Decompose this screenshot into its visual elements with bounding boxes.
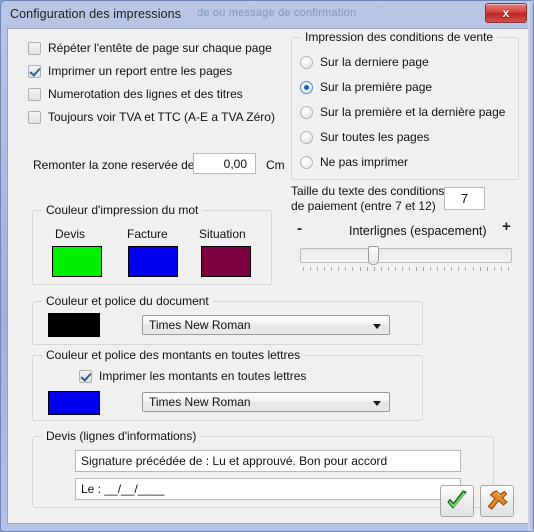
radio-last-page-circle[interactable] bbox=[300, 55, 313, 69]
checkbox-print-amounts-in-words-label: Imprimer les montants en toutes lettres bbox=[99, 369, 307, 383]
checkbox-always-show-vat-label: Toujours voir TVA et TTC (A-E a TVA Zéro… bbox=[48, 110, 275, 124]
checkbox-print-amounts-in-words-box[interactable] bbox=[79, 369, 92, 383]
radio-do-not-print-label: Ne pas imprimer bbox=[320, 155, 409, 169]
document-font-value: Times New Roman bbox=[149, 318, 251, 332]
line-spacing-label: Interlignes (espacement) bbox=[349, 224, 487, 238]
swatch-label-devis: Devis bbox=[55, 227, 86, 241]
quote-line1-input[interactable] bbox=[75, 450, 461, 472]
slider-minus-sign[interactable]: - bbox=[297, 220, 302, 237]
radio-all-pages-label: Sur toutes les pages bbox=[320, 130, 430, 144]
chevron-down-icon bbox=[373, 324, 381, 329]
background-window-text: de ou message de confirmation bbox=[197, 7, 357, 19]
color-swatch-facture[interactable] bbox=[128, 246, 178, 277]
green-check-icon bbox=[447, 490, 467, 509]
radio-last-page-label: Sur la derniere page bbox=[320, 55, 429, 69]
slider-plus-sign[interactable]: + bbox=[502, 218, 511, 235]
radio-last-page[interactable]: Sur la derniere page bbox=[300, 55, 429, 69]
window-title: Configuration des impressions bbox=[10, 7, 182, 21]
window-right-edge bbox=[528, 1, 533, 531]
checkbox-always-show-vat[interactable]: Toujours voir TVA et TTC (A-E a TVA Zéro… bbox=[28, 110, 275, 124]
quote-line2-input[interactable] bbox=[75, 478, 461, 500]
document-color-swatch[interactable] bbox=[48, 313, 100, 337]
payment-text-size-label-line2: de paiement (entre 7 et 12) bbox=[291, 199, 436, 213]
amounts-color-swatch[interactable] bbox=[48, 391, 100, 415]
quote-lines-title: Devis (lignes d'informations) bbox=[42, 429, 201, 443]
dialog-client-area: Répéter l'entête de page sur chaque page… bbox=[7, 28, 529, 524]
checkbox-line-numbering-label: Numerotation des lignes et des titres bbox=[48, 87, 243, 101]
radio-first-and-last-page-label: Sur la première et la dernière page bbox=[320, 105, 506, 119]
word-color-title: Couleur d'impression du mot bbox=[42, 203, 203, 217]
color-swatch-situation[interactable] bbox=[201, 246, 251, 277]
document-font-title: Couleur et police du document bbox=[42, 294, 213, 308]
line-spacing-slider-thumb[interactable] bbox=[368, 246, 379, 265]
color-swatch-devis[interactable] bbox=[52, 246, 102, 277]
radio-first-and-last-page[interactable]: Sur la première et la dernière page bbox=[300, 105, 505, 119]
checkbox-line-numbering[interactable]: Numerotation des lignes et des titres bbox=[28, 87, 243, 101]
reserved-zone-unit: Cm bbox=[266, 158, 285, 172]
radio-do-not-print-circle[interactable] bbox=[300, 155, 313, 169]
checkbox-print-report[interactable]: Imprimer un report entre les pages bbox=[28, 64, 232, 78]
swatch-label-facture: Facture bbox=[127, 227, 168, 241]
line-spacing-slider-track[interactable] bbox=[300, 248, 512, 263]
checkbox-repeat-header-label: Répéter l'entête de page sur chaque page bbox=[48, 41, 272, 55]
amounts-font-title: Couleur et police des montants en toutes… bbox=[42, 348, 305, 362]
cancel-button[interactable] bbox=[480, 485, 514, 517]
sale-conditions-title: Impression des conditions de vente bbox=[301, 30, 498, 44]
dialog-window: Configuration des impressions de ou mess… bbox=[0, 0, 534, 532]
payment-text-size-input[interactable] bbox=[444, 187, 485, 210]
orange-exit-arrow-icon bbox=[487, 490, 508, 510]
swatch-label-situation: Situation bbox=[199, 227, 246, 241]
checkbox-repeat-header[interactable]: Répéter l'entête de page sur chaque page bbox=[28, 41, 272, 55]
radio-first-and-last-page-circle[interactable] bbox=[300, 105, 313, 119]
document-font-combo[interactable]: Times New Roman bbox=[142, 315, 390, 335]
checkbox-line-numbering-box[interactable] bbox=[28, 87, 41, 101]
radio-first-page-label: Sur la première page bbox=[320, 80, 433, 94]
checkbox-print-amounts-in-words[interactable]: Imprimer les montants en toutes lettres bbox=[79, 369, 306, 383]
validate-button[interactable] bbox=[440, 485, 474, 517]
checkbox-repeat-header-box[interactable] bbox=[28, 41, 41, 55]
checkbox-print-report-label: Imprimer un report entre les pages bbox=[48, 64, 233, 78]
radio-first-page-circle[interactable] bbox=[300, 80, 313, 94]
radio-all-pages-circle[interactable] bbox=[300, 130, 313, 144]
radio-all-pages[interactable]: Sur toutes les pages bbox=[300, 130, 429, 144]
chevron-down-icon-2 bbox=[373, 401, 381, 406]
amounts-font-combo[interactable]: Times New Roman bbox=[142, 392, 390, 412]
radio-first-page[interactable]: Sur la première page bbox=[300, 80, 432, 94]
reserved-zone-label: Remonter la zone reservée de : bbox=[33, 158, 202, 172]
checkbox-print-report-box[interactable] bbox=[28, 64, 41, 78]
radio-do-not-print[interactable]: Ne pas imprimer bbox=[300, 155, 408, 169]
close-button[interactable]: x bbox=[485, 3, 527, 23]
line-spacing-slider-ticks bbox=[303, 267, 509, 271]
payment-text-size-label-line1: Taille du texte des conditions bbox=[291, 184, 445, 198]
amounts-font-value: Times New Roman bbox=[149, 395, 251, 409]
title-bar: Configuration des impressions de ou mess… bbox=[1, 1, 533, 26]
reserved-zone-input[interactable] bbox=[193, 153, 256, 174]
checkbox-always-show-vat-box[interactable] bbox=[28, 110, 41, 124]
